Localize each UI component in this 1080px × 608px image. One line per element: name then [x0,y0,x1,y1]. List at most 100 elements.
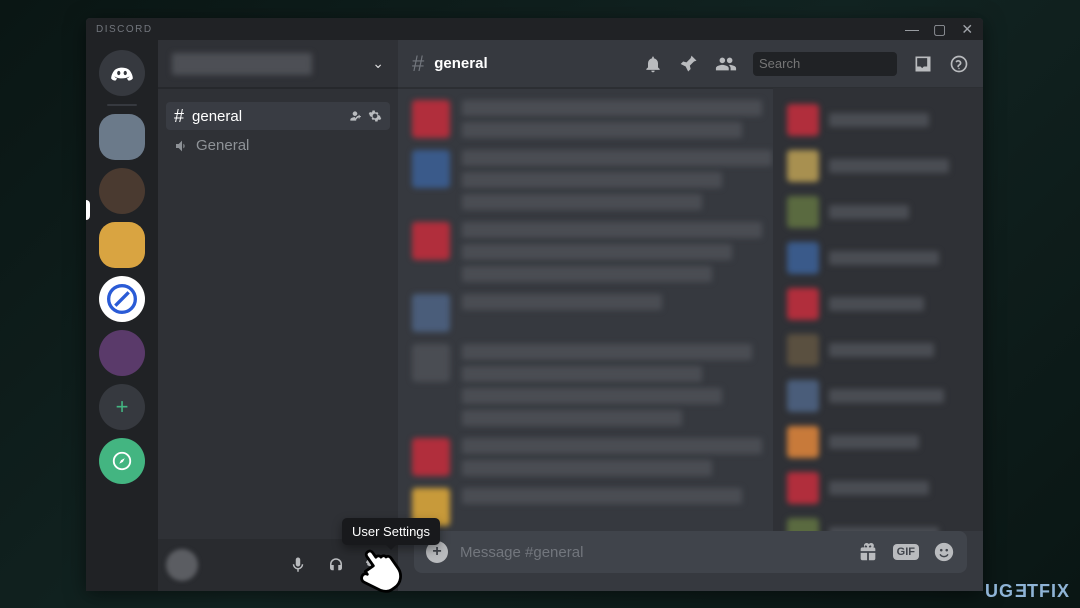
member-row[interactable] [781,514,975,531]
message-input-placeholder: Message #general [460,544,845,561]
message-input-box[interactable]: + Message #general GIF [414,531,967,573]
guild-list: + [86,40,158,591]
message-row [412,100,773,138]
deafen-button[interactable] [320,549,352,581]
server-name [172,53,312,75]
message-row [412,344,773,426]
member-avatar [787,426,819,458]
channel-list: # general General [158,88,398,539]
minimize-button[interactable]: — [905,21,919,38]
server-header[interactable]: ⌄ [158,40,398,88]
member-avatar [787,334,819,366]
home-button[interactable] [99,50,145,96]
message-avatar [412,150,450,188]
text-channel-general[interactable]: # general [166,102,390,130]
message-row [412,438,773,476]
member-row[interactable] [781,422,975,462]
search-input[interactable] [759,56,935,71]
create-invite-icon[interactable] [348,109,362,123]
member-row[interactable] [781,146,975,186]
titlebar: DISCORD — ▢ ✕ [86,18,983,40]
member-name [829,297,924,311]
notifications-icon[interactable] [643,54,663,74]
message-text [462,100,762,116]
member-row[interactable] [781,330,975,370]
member-row[interactable] [781,100,975,140]
member-name [829,113,929,127]
chat-area: # general [398,40,983,591]
tooltip-user-settings: User Settings [342,518,440,545]
channel-label: General [196,137,382,154]
message-avatar [412,438,450,476]
message-text [462,194,702,210]
channel-sidebar: ⌄ # general [158,40,398,591]
chat-header: # general [398,40,983,88]
member-list[interactable] [773,88,983,531]
member-row[interactable] [781,238,975,278]
channel-settings-icon[interactable] [368,109,382,123]
members-icon[interactable] [715,53,737,75]
message-text [462,222,762,238]
guild-item[interactable] [99,168,145,214]
member-avatar [787,518,819,531]
member-avatar [787,472,819,504]
member-name [829,435,919,449]
member-row[interactable] [781,468,975,508]
guild-item[interactable] [99,330,145,376]
emoji-icon[interactable] [933,541,955,563]
message-text [462,122,742,138]
user-avatar[interactable] [166,549,198,581]
message-row [412,488,773,526]
channel-label: general [192,108,342,125]
inbox-icon[interactable] [913,54,933,74]
hash-icon: # [412,51,424,77]
member-name [829,251,939,265]
message-text [462,366,702,382]
member-name [829,159,949,173]
guild-item[interactable] [99,276,145,322]
message-text [462,344,752,360]
message-text [462,266,712,282]
message-text [462,294,662,310]
hash-icon: # [174,107,184,125]
message-row [412,150,773,210]
member-name [829,343,934,357]
guild-item[interactable] [99,114,145,160]
add-server-button[interactable]: + [99,384,145,430]
message-text [462,488,742,504]
search-box[interactable] [753,52,897,76]
app-window: DISCORD — ▢ ✕ + [86,18,983,591]
guild-item-selected[interactable] [99,222,145,268]
guild-selection-indicator [86,200,90,220]
pinned-icon[interactable] [679,54,699,74]
member-avatar [787,150,819,182]
message-avatar [412,100,450,138]
maximize-button[interactable]: ▢ [933,21,947,38]
message-row [412,222,773,282]
close-button[interactable]: ✕ [961,21,975,38]
message-text [462,150,772,166]
chevron-down-icon: ⌄ [372,55,384,72]
message-list[interactable] [398,88,773,531]
message-row [412,294,773,332]
message-text [462,244,732,260]
member-avatar [787,380,819,412]
member-row[interactable] [781,284,975,324]
message-text [462,438,762,454]
gift-icon[interactable] [857,541,879,563]
app-brand: DISCORD [96,24,153,35]
help-icon[interactable] [949,54,969,74]
voice-channel-general[interactable]: General [166,132,390,159]
gif-button[interactable]: GIF [893,544,919,560]
guild-separator [107,104,137,106]
member-avatar [787,288,819,320]
member-name [829,481,929,495]
member-row[interactable] [781,376,975,416]
explore-servers-button[interactable] [99,438,145,484]
member-name [829,205,909,219]
message-avatar [412,222,450,260]
speaker-icon [174,138,190,154]
mute-button[interactable] [282,549,314,581]
user-panel [158,539,398,591]
member-row[interactable] [781,192,975,232]
